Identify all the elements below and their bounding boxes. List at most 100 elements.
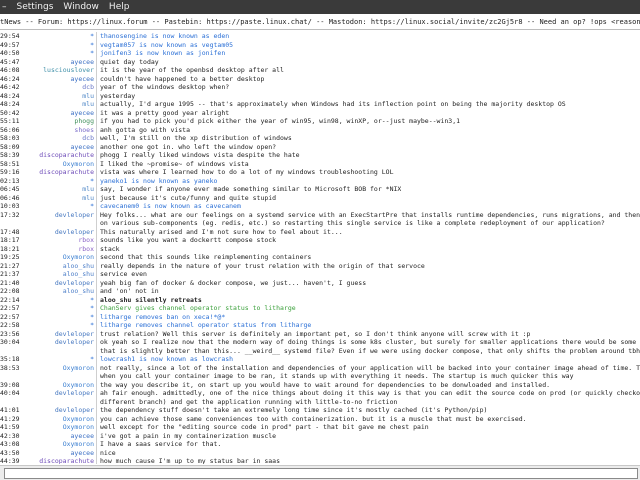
nickname[interactable]: devleloper <box>16 228 94 237</box>
chat-line[interactable]: 58:09]ayeceeanother one got in. who left… <box>0 142 640 151</box>
nickname[interactable]: discoparachute <box>16 151 94 160</box>
nickname[interactable]: Oxymoron <box>16 364 94 373</box>
menu-window[interactable]: Window <box>63 2 99 12</box>
chat-line[interactable]: 45:47]ayeceequiet day today <box>0 57 640 67</box>
nickname[interactable]: devleloper <box>16 211 94 220</box>
nickname[interactable]: ayecee <box>16 58 94 67</box>
nickname[interactable]: ayecee <box>16 75 94 84</box>
nickname[interactable]: mlu <box>16 100 94 109</box>
nickname[interactable]: lusciouslover <box>16 66 94 75</box>
chat-line[interactable]: 39:08]Oxymoronthe way you describe it, o… <box>0 380 640 390</box>
chat-line[interactable]: 23:56]devlelopertrust relation? Well thi… <box>0 329 640 339</box>
nickname[interactable]: Oxymoron <box>16 253 94 262</box>
nickname[interactable]: ayecee <box>16 109 94 118</box>
chat-line[interactable]: 50:42]ayeceeit was a pretty good year al… <box>0 108 640 118</box>
nickname[interactable]: rbox <box>16 245 94 254</box>
chat-line[interactable]: 43:08]OxymoronI have a saas service for … <box>0 440 640 449</box>
chat-line[interactable]: 19:25]Oxymoronsecond that this sounds li… <box>0 253 640 262</box>
chat-line[interactable]: different branch) and get the applicatio… <box>0 397 640 406</box>
nickname[interactable]: devleloper <box>16 338 94 347</box>
chat-line[interactable]: 18:21]rboxstack <box>0 244 640 254</box>
chat-line[interactable]: 46:08]lusciousloverit is the year of the… <box>0 66 640 75</box>
chat-line[interactable]: that is slightly better than this... __w… <box>0 346 640 355</box>
nickname[interactable]: * <box>16 32 94 41</box>
chat-line[interactable]: 41:59]Oxymoronwell except for the "editi… <box>0 423 640 432</box>
menu-help[interactable]: Help <box>109 2 130 12</box>
nickname[interactable]: mlu <box>16 92 94 101</box>
chat-line[interactable]: 46:24]ayeceecouldn't have happened to a … <box>0 74 640 84</box>
chat-line[interactable]: 22:57]*litharge removes ban on xeca!*@* <box>0 312 640 322</box>
chat-line[interactable]: 22:08]aloo_shuand 'on' not in <box>0 287 640 296</box>
nickname[interactable]: * <box>16 202 94 211</box>
chat-line[interactable]: 48:24]mluyesterday <box>0 91 640 101</box>
chat-line[interactable]: 59:16]discoparachutevista was where I le… <box>0 168 640 177</box>
chat-line[interactable]: 21:40]devleloperyeah big fan of docker &… <box>0 278 640 288</box>
chat-line[interactable]: 29:54]*thanosengine is now known as eden <box>0 32 640 41</box>
nickname[interactable]: * <box>16 49 94 58</box>
chat-line[interactable]: 40:50]*jonifen3 is now known as jonifen <box>0 49 640 58</box>
nickname[interactable]: * <box>16 355 94 364</box>
chat-line[interactable]: 43:50]ayeceenice <box>0 448 640 458</box>
chat-line[interactable]: 58:03]dcbwell, I'm still on the xp distr… <box>0 134 640 143</box>
nickname[interactable]: * <box>16 304 94 313</box>
chat-line[interactable]: 22:58]*litharge removes channel operator… <box>0 321 640 330</box>
chat-line[interactable]: 21:37]aloo_shuservice even <box>0 270 640 279</box>
nickname[interactable]: devleloper <box>16 406 94 415</box>
nickname[interactable]: rbox <box>16 236 94 245</box>
chat-line[interactable]: 02:13]*yaneko1 is now known as yaneko <box>0 176 640 186</box>
nickname[interactable]: devleloper <box>16 389 94 398</box>
chat-line[interactable]: 06:45]mlusay, I wonder if anyone ever ma… <box>0 185 640 194</box>
nickname[interactable]: dcb <box>16 83 94 92</box>
nickname[interactable]: discoparachute <box>16 457 94 464</box>
nickname[interactable]: * <box>16 296 94 305</box>
nickname[interactable]: discoparachute <box>16 168 94 177</box>
nickname[interactable]: Oxymoron <box>16 415 94 424</box>
nickname[interactable]: Oxymoron <box>16 160 94 169</box>
nickname[interactable]: aloo_shu <box>16 287 94 296</box>
nickname[interactable]: mlu <box>16 185 94 194</box>
chat-line[interactable]: 38:53]Oxymoronnot really, since a lot of… <box>0 363 640 373</box>
chat-line[interactable]: 56:06]shoesanh gotta go with vista <box>0 125 640 135</box>
nickname[interactable]: * <box>16 177 94 186</box>
chat-line[interactable]: 30:04]devleloperok yeah so I realize now… <box>0 338 640 347</box>
chat-line[interactable]: 44:39]discoparachutehow much cause I'm u… <box>0 457 640 464</box>
nickname[interactable]: Oxymoron <box>16 381 94 390</box>
nickname[interactable]: Oxymoron <box>16 440 94 449</box>
nickname[interactable]: devleloper <box>16 279 94 288</box>
chat-line[interactable]: 55:11]phoggif you had to pick you'd pick… <box>0 117 640 126</box>
menu-lead[interactable]: – <box>2 2 7 12</box>
nickname[interactable]: shoes <box>16 126 94 135</box>
chat-line[interactable]: 42:30]ayeceei've got a pain in my contai… <box>0 431 640 441</box>
chat-line[interactable]: 48:24]mluactually, I'd argue 1995 -- tha… <box>0 100 640 109</box>
channel-topic[interactable]: tNews -- Forum: https://linux.forum -- P… <box>0 14 640 30</box>
chat-line[interactable]: 58:39]discoparachutephogg I really liked… <box>0 151 640 160</box>
chat-line[interactable]: 41:01]devleloperthe dependency stuff doe… <box>0 406 640 415</box>
nickname[interactable]: Oxymoron <box>16 423 94 432</box>
message-input[interactable] <box>4 468 638 479</box>
nickname[interactable]: aloo_shu <box>16 270 94 279</box>
nickname[interactable]: phogg <box>16 117 94 126</box>
nickname[interactable]: ayecee <box>16 432 94 441</box>
chat-line[interactable]: 22:57]*ChanServ gives channel operator s… <box>0 304 640 313</box>
chat-line[interactable]: 35:18]*lowcrash1 is now known as lowcras… <box>0 355 640 364</box>
chat-line[interactable]: on various sub-components (eg. redis, et… <box>0 219 640 228</box>
chat-line[interactable]: 06:46]mlujust because it's cute/funny an… <box>0 193 640 203</box>
chat-line[interactable]: when you call your container image to be… <box>0 372 640 381</box>
chat-log[interactable]: 29:54]*thanosengine is now known as eden… <box>0 32 640 464</box>
nickname[interactable]: * <box>16 41 94 50</box>
chat-line[interactable]: 46:42]dcbyear of the windows desktop whe… <box>0 83 640 92</box>
chat-line[interactable]: 40:04]devleloperah fair enough. admitted… <box>0 389 640 398</box>
nickname[interactable]: * <box>16 321 94 330</box>
nickname[interactable]: devleloper <box>16 330 94 339</box>
nickname[interactable]: * <box>16 313 94 322</box>
nickname[interactable]: ayecee <box>16 449 94 458</box>
chat-line[interactable]: 22:14]*aloo_shu silently retreats <box>0 295 640 305</box>
chat-line[interactable]: 41:29]Oxymoronyou can achieve those same… <box>0 414 640 424</box>
chat-line[interactable]: 17:32]devleloperHey folks... what are ou… <box>0 210 640 220</box>
nickname[interactable]: dcb <box>16 134 94 143</box>
chat-line[interactable]: 18:17]rboxsounds like you want a dockert… <box>0 236 640 245</box>
chat-line[interactable]: 49:57]*vegtam057 is now known as vegtam0… <box>0 40 640 50</box>
chat-line[interactable]: 10:03]*cavecanem0 is now known as caveca… <box>0 202 640 211</box>
nickname[interactable]: mlu <box>16 194 94 203</box>
chat-line[interactable]: 58:51]OxymoronI liked the ~promise~ of w… <box>0 159 640 169</box>
